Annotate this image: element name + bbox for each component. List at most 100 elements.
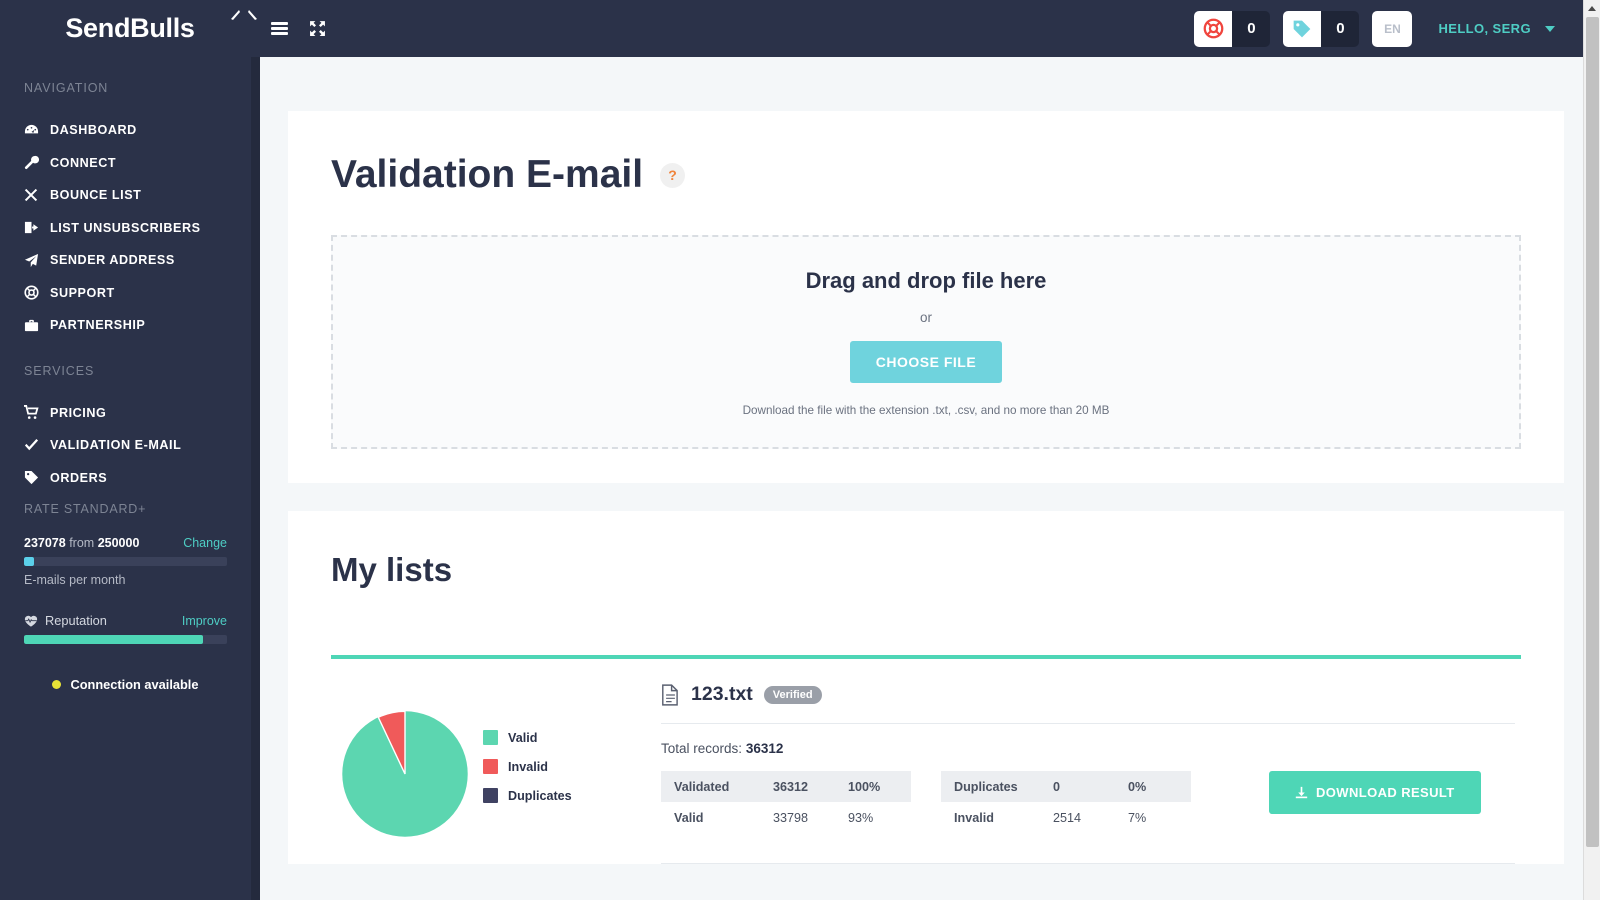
language-selector[interactable]: EN — [1372, 10, 1413, 47]
sidebar-item-label: LIST UNSUBSCRIBERS — [50, 220, 201, 235]
sidebar-services-heading: SERVICES — [24, 363, 95, 378]
briefcase-icon — [24, 318, 50, 333]
sidebar-item-label: SENDER ADDRESS — [50, 253, 175, 268]
sidebar-item-sender-address[interactable]: SENDER ADDRESS — [0, 244, 251, 277]
rate-panel: RATE STANDARD+ 237078 from 250000 Change… — [0, 502, 251, 692]
change-plan-link[interactable]: Change — [183, 536, 227, 550]
scrollbar-thumb[interactable] — [1586, 17, 1599, 847]
user-menu[interactable]: HELLO, SERG — [1438, 21, 1555, 36]
sidebar-item-label: VALIDATION E-MAIL — [50, 438, 182, 453]
logo[interactable]: SendBulls — [0, 10, 260, 44]
chevron-down-icon — [1545, 25, 1555, 32]
upload-card: Validation E-mail ? Drag and drop file h… — [288, 111, 1564, 483]
sidebar-item-orders[interactable]: ORDERS — [0, 462, 251, 495]
stat-count: 36312 — [773, 779, 809, 794]
times-icon — [24, 188, 50, 202]
tag-counter[interactable]: 0 — [1283, 10, 1360, 47]
quota-used: 237078 — [24, 536, 66, 550]
table-row: Invalid 2514 7% — [941, 802, 1191, 833]
main-content: Validation E-mail ? Drag and drop file h… — [269, 57, 1583, 900]
paper-plane-icon — [24, 253, 50, 268]
legend-swatch — [483, 788, 498, 803]
table-row: Duplicates 0 0% — [941, 771, 1191, 802]
list-body: Valid Invalid Duplicates 123.txt Verifie… — [331, 659, 1521, 864]
choose-file-button[interactable]: CHOOSE FILE — [849, 341, 1003, 383]
stats-table-right: Duplicates 0 0% Invalid 2514 7% — [941, 771, 1191, 833]
stat-label: Duplicates — [954, 779, 1018, 794]
quota-progress-bar — [24, 557, 227, 566]
sidebar-item-label: SUPPORT — [50, 285, 115, 300]
shopping-cart-icon — [24, 405, 50, 420]
reputation-label: Reputation — [45, 613, 107, 628]
life-ring-icon — [24, 285, 50, 300]
stat-count: 33798 — [773, 810, 809, 825]
list-details: 123.txt Verified Total records: 36312 Va… — [661, 683, 1521, 864]
quota-from-word: from — [69, 536, 95, 550]
sidebar-item-label: CONNECT — [50, 155, 117, 170]
stats-table-left: Validated 36312 100% Valid 33798 93% — [661, 771, 911, 833]
page-title-text: Validation E-mail — [331, 153, 644, 196]
chart-legend: Valid Invalid Duplicates — [483, 730, 572, 817]
lists-card: My lists Valid Invalid Duplicates 123.tx… — [288, 511, 1564, 864]
tag-counter-value: 0 — [1321, 10, 1360, 47]
heartbeat-icon — [24, 614, 38, 628]
status-dot-icon — [52, 680, 62, 689]
top-header-bar: SendBulls 0 0 EN HELLO, SERG — [0, 0, 1583, 57]
download-button-label: DOWNLOAD RESULT — [1316, 785, 1455, 800]
legend-swatch — [483, 759, 498, 774]
sidebar-item-partnership[interactable]: PARTNERSHIP — [0, 309, 251, 342]
download-result-button[interactable]: DOWNLOAD RESULT — [1269, 771, 1481, 814]
stat-label: Validated — [674, 779, 730, 794]
sidebar-item-label: PRICING — [50, 405, 107, 420]
sidebar-item-list-unsubscribers[interactable]: LIST UNSUBSCRIBERS — [0, 212, 251, 245]
hamburger-menu-icon[interactable] — [260, 13, 298, 45]
connection-status-label: Connection available — [70, 677, 199, 692]
sidebar-navigation-heading: NAVIGATION — [24, 81, 109, 95]
dropzone-or-label: or — [919, 310, 932, 325]
sidebar-item-bounce-list[interactable]: BOUNCE LIST — [0, 179, 251, 212]
life-ring-icon — [1194, 10, 1233, 47]
page-scrollbar[interactable] — [1583, 0, 1600, 900]
expand-arrows-icon[interactable] — [298, 13, 336, 45]
sidebar-item-support[interactable]: SUPPORT — [0, 277, 251, 310]
sidebar-item-pricing[interactable]: PRICING — [0, 397, 251, 430]
stats-row: Validated 36312 100% Valid 33798 93% Dup… — [661, 771, 1515, 833]
file-dropzone[interactable]: Drag and drop file here or CHOOSE FILE D… — [331, 235, 1521, 449]
table-row: Valid 33798 93% — [661, 802, 911, 833]
sidebar-item-connect[interactable]: CONNECT — [0, 147, 251, 180]
file-header-row: 123.txt Verified — [661, 683, 1515, 706]
sidebar-item-label: ORDERS — [50, 470, 108, 485]
sign-out-icon — [24, 220, 50, 235]
reputation-row: Reputation Improve — [24, 613, 227, 628]
wrench-icon — [24, 155, 50, 170]
improve-reputation-link[interactable]: Improve — [182, 614, 227, 628]
logo-text: SendBulls — [65, 13, 195, 43]
scroll-up-arrow-icon[interactable] — [1584, 0, 1600, 17]
check-icon — [24, 438, 50, 453]
file-name[interactable]: 123.txt — [691, 683, 753, 706]
quota-row: 237078 from 250000 Change — [24, 536, 227, 550]
stat-label: Valid — [674, 810, 704, 825]
total-records-label: Total records: — [661, 741, 743, 756]
help-question-icon[interactable]: ? — [660, 162, 686, 188]
support-counter[interactable]: 0 — [1194, 10, 1271, 47]
lists-title: My lists — [331, 551, 453, 588]
legend-item: Valid — [483, 730, 572, 745]
sidebar-item-label: DASHBOARD — [50, 123, 137, 138]
quota-total: 250000 — [97, 536, 140, 550]
legend-label: Invalid — [508, 759, 548, 774]
bull-horns-icon — [231, 10, 257, 20]
stat-percent: 7% — [1128, 810, 1147, 825]
reputation-progress-bar — [24, 635, 227, 644]
sidebar-item-validation-email[interactable]: VALIDATION E-MAIL — [0, 429, 251, 462]
pie-chart-svg — [342, 710, 468, 837]
reputation-progress-fill — [24, 635, 203, 644]
stat-count: 2514 — [1053, 810, 1082, 825]
legend-swatch — [483, 730, 498, 745]
sidebar-item-dashboard[interactable]: DASHBOARD — [0, 114, 251, 147]
rate-plan-title: RATE STANDARD+ — [24, 502, 147, 516]
stat-count: 0 — [1053, 779, 1061, 794]
status-badge: Verified — [763, 685, 822, 704]
legend-label: Valid — [508, 730, 538, 745]
